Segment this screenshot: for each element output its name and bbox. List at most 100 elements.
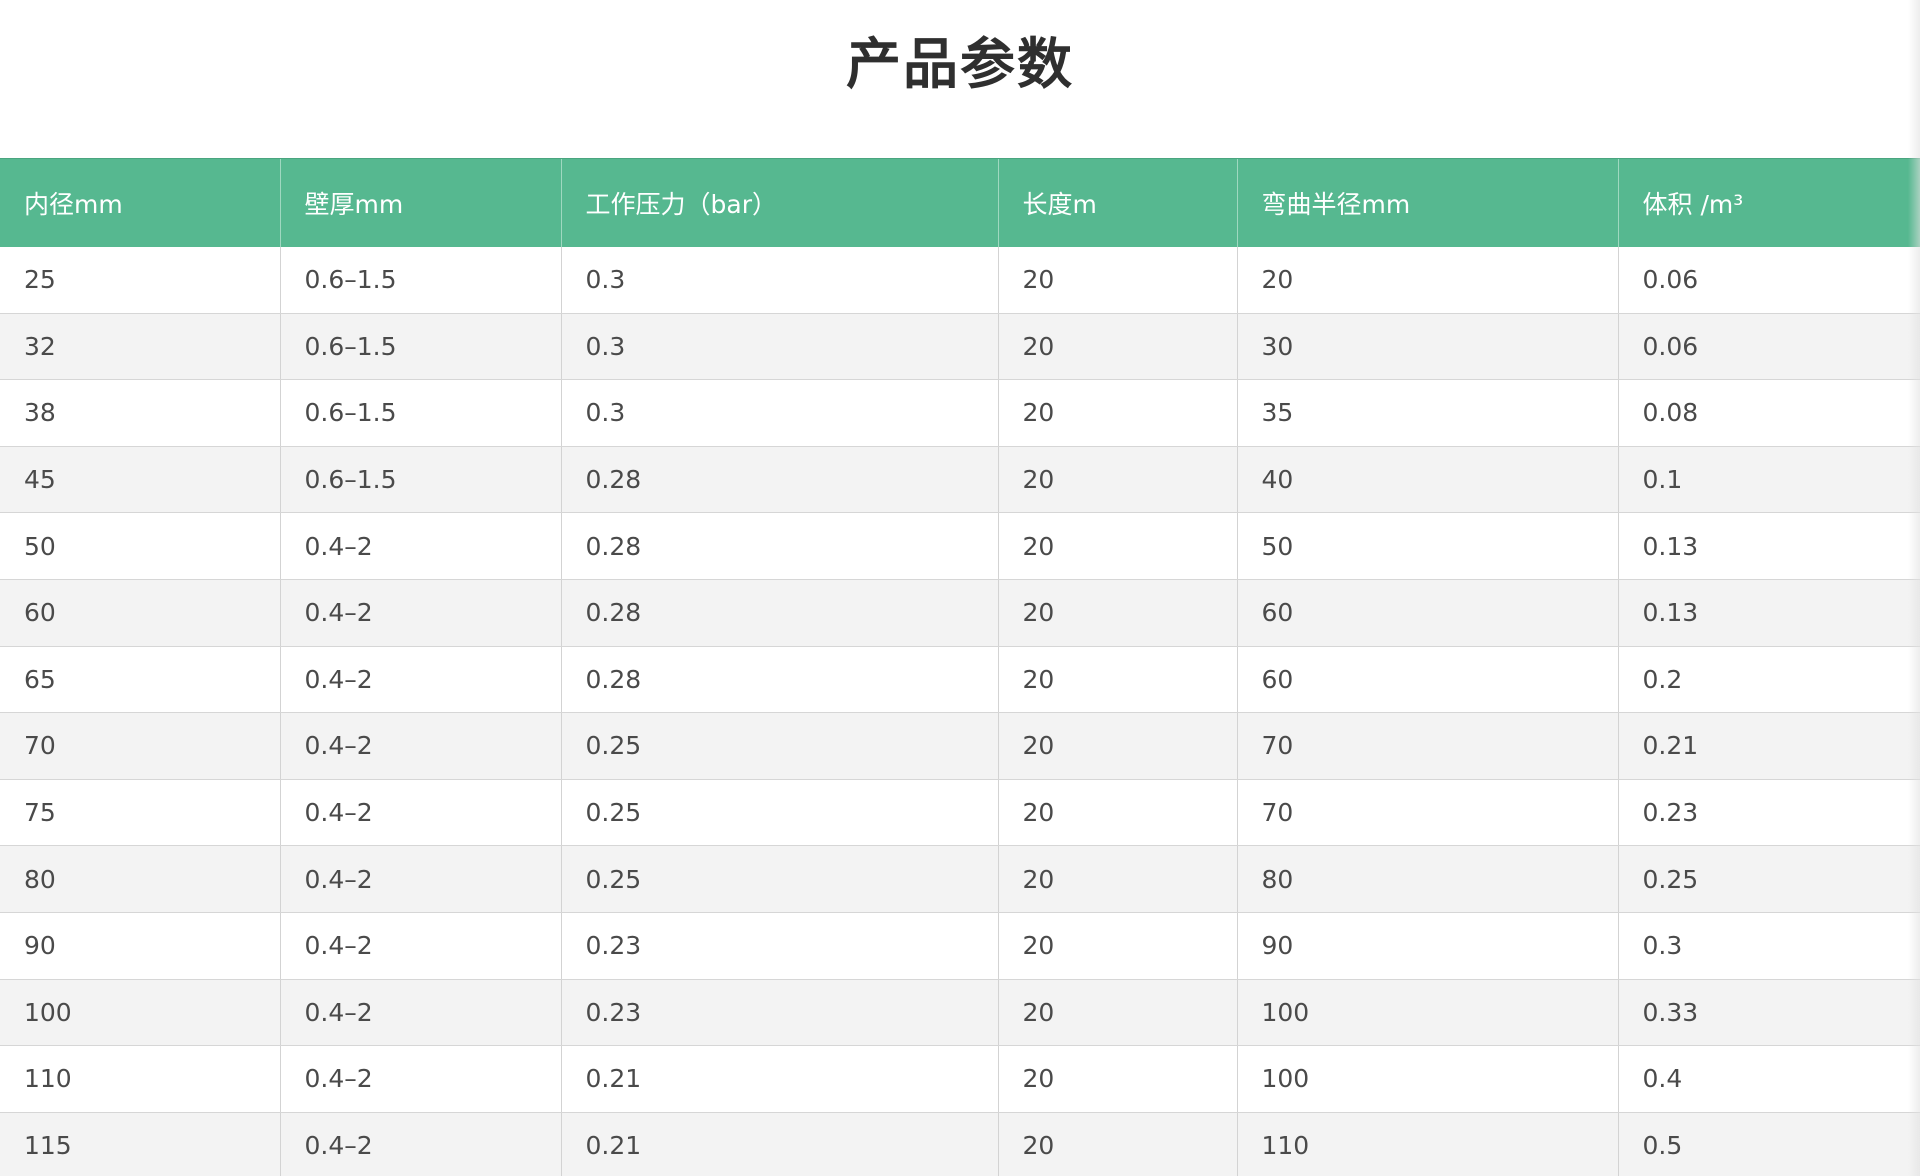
table-header: 内径mm 壁厚mm 工作压力（bar） 长度m 弯曲半径mm 体积 /m³: [0, 158, 1920, 247]
cell-inner-diameter: 100: [0, 979, 280, 1047]
cell-working-pressure: 0.25: [560, 779, 998, 847]
cell-inner-diameter: 32: [0, 313, 280, 381]
cell-working-pressure: 0.23: [560, 979, 998, 1047]
cell-wall-thickness: 0.6–1.5: [279, 446, 561, 514]
cell-length: 20: [997, 579, 1237, 647]
cell-wall-thickness: 0.4–2: [279, 579, 561, 647]
cell-working-pressure: 0.3: [560, 379, 998, 447]
cell-volume: 0.33: [1617, 979, 1920, 1047]
cell-length: 20: [997, 845, 1237, 913]
cell-bend-radius: 35: [1236, 379, 1618, 447]
cell-bend-radius: 100: [1236, 1045, 1618, 1113]
cell-working-pressure: 0.28: [560, 512, 998, 580]
table-body: 25 0.6–1.5 0.3 20 20 0.06 32 0.6–1.5 0.3 20 30 0.06…: [0, 246, 1920, 1176]
cell-inner-diameter: 70: [0, 712, 280, 780]
header-length: 长度m: [997, 158, 1237, 247]
cell-working-pressure: 0.28: [560, 446, 998, 514]
cell-length: 20: [997, 313, 1237, 381]
cell-length: 20: [997, 1112, 1237, 1176]
cell-wall-thickness: 0.4–2: [279, 845, 561, 913]
cell-inner-diameter: 90: [0, 912, 280, 980]
cell-working-pressure: 0.23: [560, 912, 998, 980]
cell-volume: 0.1: [1617, 446, 1920, 514]
cell-length: 20: [997, 712, 1237, 780]
cell-inner-diameter: 38: [0, 379, 280, 447]
cell-wall-thickness: 0.4–2: [279, 646, 561, 714]
table-row: 70 0.4–2 0.25 20 70 0.21: [0, 712, 1920, 780]
cell-wall-thickness: 0.4–2: [279, 512, 561, 580]
cell-wall-thickness: 0.4–2: [279, 779, 561, 847]
cell-length: 20: [997, 446, 1237, 514]
header-bend-radius: 弯曲半径mm: [1236, 158, 1618, 247]
cell-wall-thickness: 0.6–1.5: [279, 313, 561, 381]
cell-working-pressure: 0.28: [560, 579, 998, 647]
cell-inner-diameter: 50: [0, 512, 280, 580]
cell-length: 20: [997, 779, 1237, 847]
cell-bend-radius: 70: [1236, 779, 1618, 847]
cell-volume: 0.25: [1617, 845, 1920, 913]
table-row: 110 0.4–2 0.21 20 100 0.4: [0, 1045, 1920, 1113]
cell-working-pressure: 0.21: [560, 1112, 998, 1176]
cell-volume: 0.13: [1617, 512, 1920, 580]
cell-inner-diameter: 75: [0, 779, 280, 847]
cell-bend-radius: 110: [1236, 1112, 1618, 1176]
cell-wall-thickness: 0.4–2: [279, 712, 561, 780]
cell-bend-radius: 90: [1236, 912, 1618, 980]
header-working-pressure: 工作压力（bar）: [560, 158, 998, 247]
cell-inner-diameter: 80: [0, 845, 280, 913]
cell-volume: 0.4: [1617, 1045, 1920, 1113]
cell-bend-radius: 80: [1236, 845, 1618, 913]
table-row: 50 0.4–2 0.28 20 50 0.13: [0, 512, 1920, 580]
cell-working-pressure: 0.3: [560, 246, 998, 314]
cell-working-pressure: 0.25: [560, 845, 998, 913]
cell-inner-diameter: 60: [0, 579, 280, 647]
cell-volume: 0.13: [1617, 579, 1920, 647]
cell-bend-radius: 60: [1236, 646, 1618, 714]
cell-bend-radius: 50: [1236, 512, 1618, 580]
cell-length: 20: [997, 646, 1237, 714]
cell-volume: 0.5: [1617, 1112, 1920, 1176]
table-row: 90 0.4–2 0.23 20 90 0.3: [0, 912, 1920, 980]
header-volume: 体积 /m³: [1617, 158, 1920, 247]
header-inner-diameter: 内径mm: [0, 158, 280, 247]
cell-length: 20: [997, 512, 1237, 580]
table-row: 100 0.4–2 0.23 20 100 0.33: [0, 979, 1920, 1047]
cell-wall-thickness: 0.6–1.5: [279, 379, 561, 447]
table-row: 60 0.4–2 0.28 20 60 0.13: [0, 579, 1920, 647]
cell-wall-thickness: 0.4–2: [279, 979, 561, 1047]
cell-bend-radius: 20: [1236, 246, 1618, 314]
page-title: 产品参数: [845, 32, 1074, 96]
header-row: 内径mm 壁厚mm 工作压力（bar） 长度m 弯曲半径mm 体积 /m³: [0, 158, 1920, 247]
product-params-table: 内径mm 壁厚mm 工作压力（bar） 长度m 弯曲半径mm 体积 /m³ 25…: [0, 158, 1920, 1176]
cell-working-pressure: 0.25: [560, 712, 998, 780]
cell-working-pressure: 0.3: [560, 313, 998, 381]
cell-length: 20: [997, 246, 1237, 314]
table-row: 32 0.6–1.5 0.3 20 30 0.06: [0, 313, 1920, 381]
cell-volume: 0.06: [1617, 246, 1920, 314]
cell-volume: 0.08: [1617, 379, 1920, 447]
cell-bend-radius: 30: [1236, 313, 1618, 381]
cell-volume: 0.06: [1617, 313, 1920, 381]
cell-bend-radius: 60: [1236, 579, 1618, 647]
cell-bend-radius: 70: [1236, 712, 1618, 780]
table-row: 75 0.4–2 0.25 20 70 0.23: [0, 779, 1920, 847]
cell-wall-thickness: 0.4–2: [279, 1045, 561, 1113]
cell-volume: 0.3: [1617, 912, 1920, 980]
cell-volume: 0.2: [1617, 646, 1920, 714]
table-row: 25 0.6–1.5 0.3 20 20 0.06: [0, 246, 1920, 314]
cell-wall-thickness: 0.4–2: [279, 912, 561, 980]
cell-bend-radius: 40: [1236, 446, 1618, 514]
cell-volume: 0.21: [1617, 712, 1920, 780]
table-row: 80 0.4–2 0.25 20 80 0.25: [0, 845, 1920, 913]
cell-working-pressure: 0.28: [560, 646, 998, 714]
table-row: 65 0.4–2 0.28 20 60 0.2: [0, 646, 1920, 714]
cell-length: 20: [997, 979, 1237, 1047]
header-wall-thickness: 壁厚mm: [279, 158, 561, 247]
cell-length: 20: [997, 912, 1237, 980]
cell-inner-diameter: 110: [0, 1045, 280, 1113]
cell-length: 20: [997, 1045, 1237, 1113]
cell-wall-thickness: 0.6–1.5: [279, 246, 561, 314]
cell-inner-diameter: 45: [0, 446, 280, 514]
cell-volume: 0.23: [1617, 779, 1920, 847]
table-row: 45 0.6–1.5 0.28 20 40 0.1: [0, 446, 1920, 514]
